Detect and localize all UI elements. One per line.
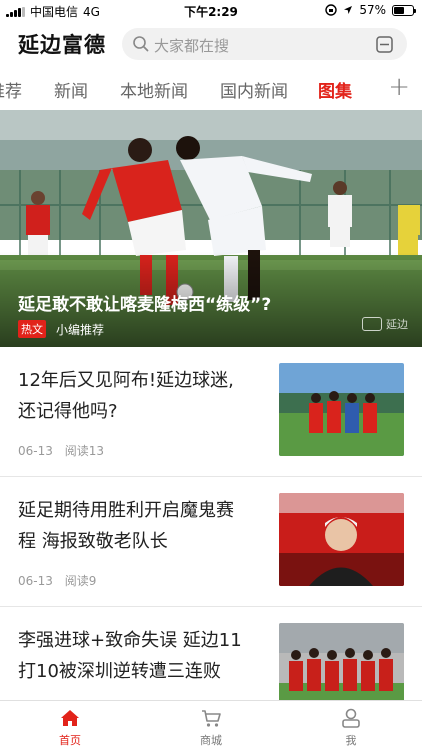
status-bar: 中国电信 4G 下午2:29 57% bbox=[0, 0, 422, 22]
cart-icon bbox=[202, 710, 221, 727]
rotation-lock-icon bbox=[325, 4, 338, 16]
article-date: 06-13 bbox=[18, 574, 53, 588]
location-icon bbox=[344, 6, 353, 14]
tab-recommend[interactable]: 推荐 bbox=[0, 77, 22, 102]
scan-icon[interactable] bbox=[376, 36, 393, 53]
nav-home[interactable]: 首页 bbox=[30, 707, 110, 748]
battery-icon bbox=[392, 4, 416, 16]
nav-shop-label: 商城 bbox=[200, 734, 222, 747]
article-reads: 阅读13 bbox=[64, 444, 104, 458]
battery-percent: 57% bbox=[359, 3, 386, 17]
watermark-logo: 延边 bbox=[362, 316, 408, 332]
tab-local-news[interactable]: 本地新闻 bbox=[120, 77, 188, 102]
article-title[interactable]: 延足期待用胜利开启魔鬼赛程 海报致敬老队长 bbox=[18, 495, 243, 557]
home-icon bbox=[61, 710, 79, 726]
hot-badge: 热文 bbox=[18, 320, 46, 338]
brand-title: 延边富德 bbox=[18, 33, 106, 57]
search-placeholder: 大家都在搜 bbox=[154, 37, 230, 55]
hero-banner[interactable]: 延足敢不敢让喀麦隆梅西“练级”? 热文 小编推荐 延边 bbox=[0, 110, 422, 347]
hero-title[interactable]: 延足敢不敢让喀麦隆梅西“练级”? bbox=[18, 290, 271, 315]
app-header: 延边富德 大家都在搜 bbox=[0, 22, 422, 66]
nav-shop[interactable]: 商城 bbox=[171, 707, 251, 748]
article-meta: 06-13 阅读13 bbox=[18, 442, 112, 459]
tab-domestic-news[interactable]: 国内新闻 bbox=[220, 77, 288, 102]
watermark-text: 延边 bbox=[386, 318, 408, 331]
nav-home-label: 首页 bbox=[59, 734, 81, 747]
user-icon bbox=[342, 708, 360, 728]
search-input[interactable]: 大家都在搜 bbox=[122, 28, 407, 60]
article-meta: 06-13 阅读9 bbox=[18, 572, 104, 589]
article-date: 06-13 bbox=[18, 444, 53, 458]
hero-meta: 热文 小编推荐 bbox=[18, 320, 104, 338]
tab-gallery[interactable]: 图集 bbox=[318, 77, 352, 102]
article-thumbnail[interactable] bbox=[279, 363, 404, 456]
hero-source: 小编推荐 bbox=[56, 322, 105, 337]
category-tabs: 推荐 新闻 本地新闻 国内新闻 图集 + bbox=[0, 66, 422, 110]
article-title[interactable]: 12年后又见阿布!延边球迷,还记得他吗? bbox=[18, 365, 243, 427]
article-thumbnail[interactable] bbox=[279, 493, 404, 586]
bottom-nav: 首页 商城 我 bbox=[0, 700, 422, 750]
article-reads: 阅读9 bbox=[64, 574, 97, 588]
nav-me-label: 我 bbox=[345, 734, 357, 747]
nav-me[interactable]: 我 bbox=[311, 707, 391, 748]
article-item[interactable]: 延足期待用胜利开启魔鬼赛程 海报致敬老队长 06-13 阅读9 bbox=[0, 477, 422, 607]
article-item[interactable]: 12年后又见阿布!延边球迷,还记得他吗? 06-13 阅读13 bbox=[0, 347, 422, 477]
article-title[interactable]: 李强进球+致命失误 延边11打10被深圳逆转遭三连败 bbox=[18, 625, 243, 687]
tab-news[interactable]: 新闻 bbox=[54, 77, 88, 102]
search-icon bbox=[133, 36, 149, 52]
watermark-icon bbox=[362, 317, 382, 331]
add-tab-button[interactable]: + bbox=[388, 72, 410, 102]
